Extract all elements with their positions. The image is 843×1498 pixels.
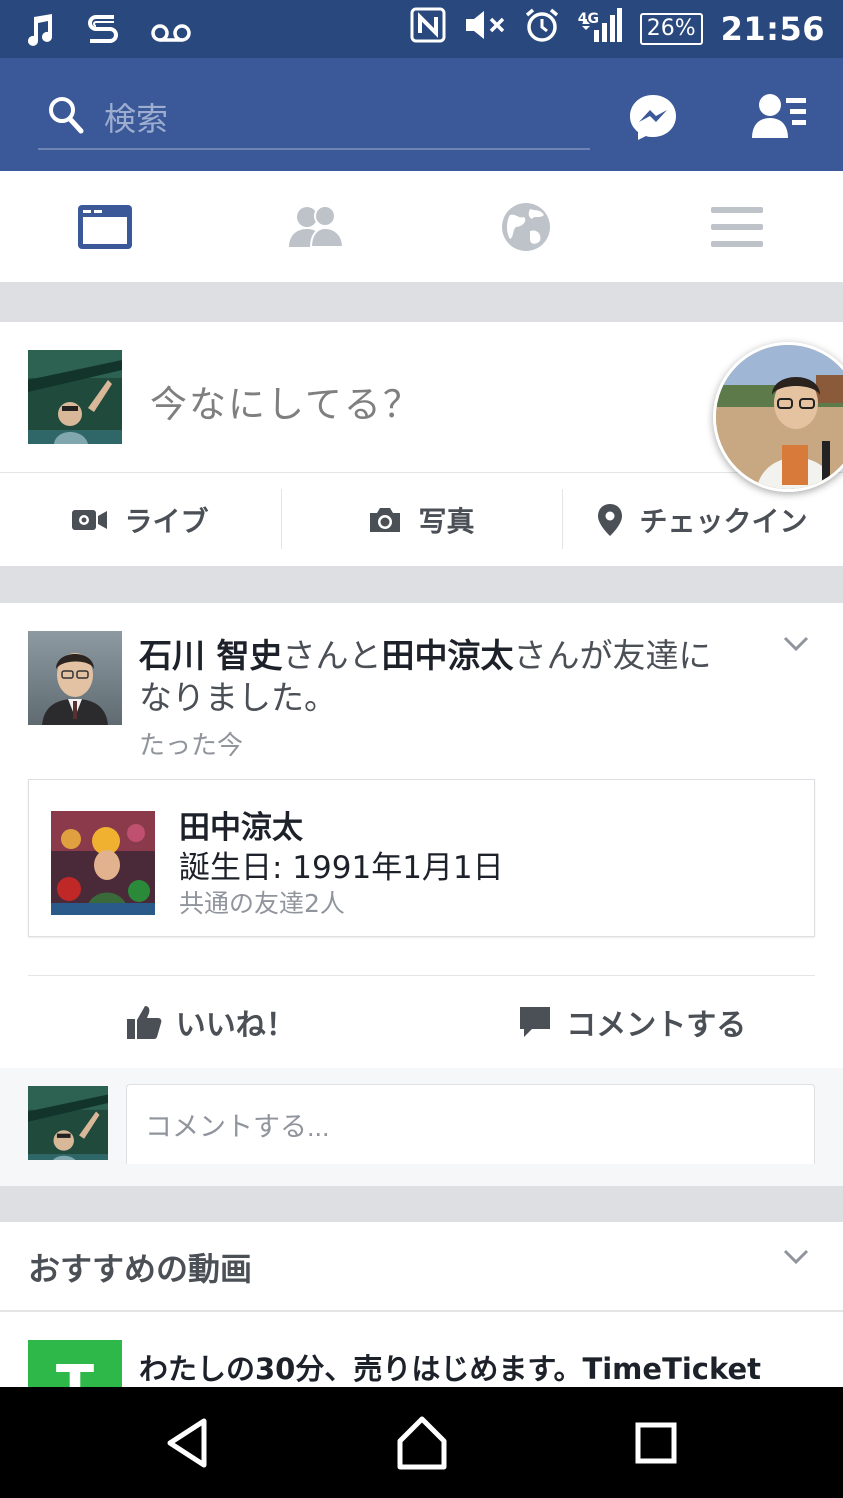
friend-birthday: 誕生日: 1991年1月1日 [179, 850, 504, 886]
friend-requests-icon [752, 94, 806, 138]
back-button[interactable] [160, 1415, 220, 1471]
comment-label: コメントする [566, 1008, 747, 1043]
comment-composer: コメントする... [0, 1068, 843, 1186]
friend-profile-card[interactable]: 田中涼太 誕生日: 1991年1月1日 共通の友達2人 [28, 779, 815, 937]
search-placeholder: 検索 [104, 100, 169, 138]
app-header: 検索 [0, 58, 843, 171]
recents-button[interactable] [626, 1415, 686, 1471]
section-title: おすすめの動画 [28, 1250, 253, 1288]
friend-name: 田中涼太 [179, 810, 303, 846]
home-icon [397, 1416, 447, 1470]
globe-icon [502, 202, 550, 251]
story-actions: いいね！ コメントする [0, 976, 843, 1068]
headline-text: さんと [282, 636, 382, 675]
hamburger-menu-icon [711, 206, 763, 247]
chevron-down-icon [783, 1249, 809, 1265]
headline-text: なりました。 [139, 678, 337, 717]
mutual-friends: 共通の友達2人 [179, 889, 345, 918]
camera-icon [370, 507, 401, 532]
suggested-videos-section: おすすめの動画 T わたしの30分、売りはじめます。TimeTicket [0, 1222, 843, 1387]
tab-bar [0, 171, 843, 284]
friend-name-link[interactable]: 石川 智史 [139, 636, 283, 675]
nfc-icon [410, 7, 446, 51]
thumbs-up-icon [126, 1006, 162, 1039]
live-button[interactable]: ライブ [0, 473, 281, 566]
composer-prompt[interactable]: 今なにしてる？ [150, 374, 422, 428]
tab-news-feed[interactable] [0, 171, 210, 282]
signal-icon: 4G [578, 6, 622, 52]
recents-square-icon [635, 1422, 677, 1464]
battery-indicator: 26% [639, 13, 703, 45]
timeticket-logo[interactable]: T [28, 1340, 122, 1387]
video-camera-icon [72, 509, 108, 530]
friends-icon [289, 204, 345, 248]
mute-icon [464, 8, 506, 50]
like-button[interactable]: いいね！ [0, 976, 422, 1068]
checkin-label: チェックイン [639, 504, 808, 538]
messenger-icon [630, 95, 676, 140]
search-input[interactable]: 検索 [38, 86, 590, 150]
tab-menu[interactable] [632, 171, 842, 282]
friend-requests-button[interactable] [750, 92, 810, 142]
location-pin-icon [598, 503, 623, 536]
comment-button[interactable]: コメントする [422, 976, 843, 1068]
avatar [28, 1086, 108, 1160]
comment-bubble-icon [520, 1007, 551, 1037]
alarm-icon [524, 7, 560, 51]
status-bar: 4G 26% 21:56 [0, 0, 843, 58]
tab-friends[interactable] [211, 171, 421, 282]
live-label: ライブ [124, 504, 209, 538]
divider [0, 1310, 843, 1312]
story-headline: 石川 智史さんと田中涼太さんが友達になりました。 [139, 635, 729, 719]
profile-photo [51, 811, 155, 915]
composer-actions: ライブ 写真 チェックイン [0, 473, 843, 566]
friend-name-link[interactable]: 田中涼太 [382, 636, 514, 675]
story-timestamp[interactable]: たった今 [139, 725, 243, 762]
headline-text: さんが友達に [513, 636, 712, 675]
clock: 21:56 [720, 10, 825, 48]
network-type-label: 4G [577, 11, 599, 27]
avatar[interactable] [28, 631, 122, 725]
section-options-button[interactable] [782, 1248, 810, 1270]
messenger-button[interactable] [628, 92, 678, 142]
photo-label: 写真 [418, 504, 475, 538]
search-icon [48, 96, 84, 138]
feed-story: 石川 智史さんと田中涼太さんが友達に なりました。 たった今 田中涼太 誕生日: … [0, 603, 843, 1186]
s-app-icon [86, 12, 120, 56]
status-composer: 今なにしてる？ ライブ 写真 チェックイン [0, 322, 843, 566]
back-triangle-icon [167, 1418, 207, 1468]
tab-notifications[interactable] [421, 171, 631, 282]
story-options-button[interactable] [782, 635, 810, 657]
system-navigation-bar [0, 1387, 843, 1498]
comment-input[interactable]: コメントする... [126, 1084, 815, 1164]
photo-button[interactable]: 写真 [281, 473, 562, 566]
voicemail-icon [150, 17, 192, 51]
avatar [28, 350, 122, 444]
news-feed-icon [78, 204, 132, 249]
chevron-down-icon [783, 636, 809, 652]
music-note-icon [26, 13, 56, 55]
like-label: いいね！ [175, 1008, 296, 1043]
video-title[interactable]: わたしの30分、売りはじめます。TimeTicket [139, 1346, 761, 1387]
home-button[interactable] [392, 1415, 452, 1471]
